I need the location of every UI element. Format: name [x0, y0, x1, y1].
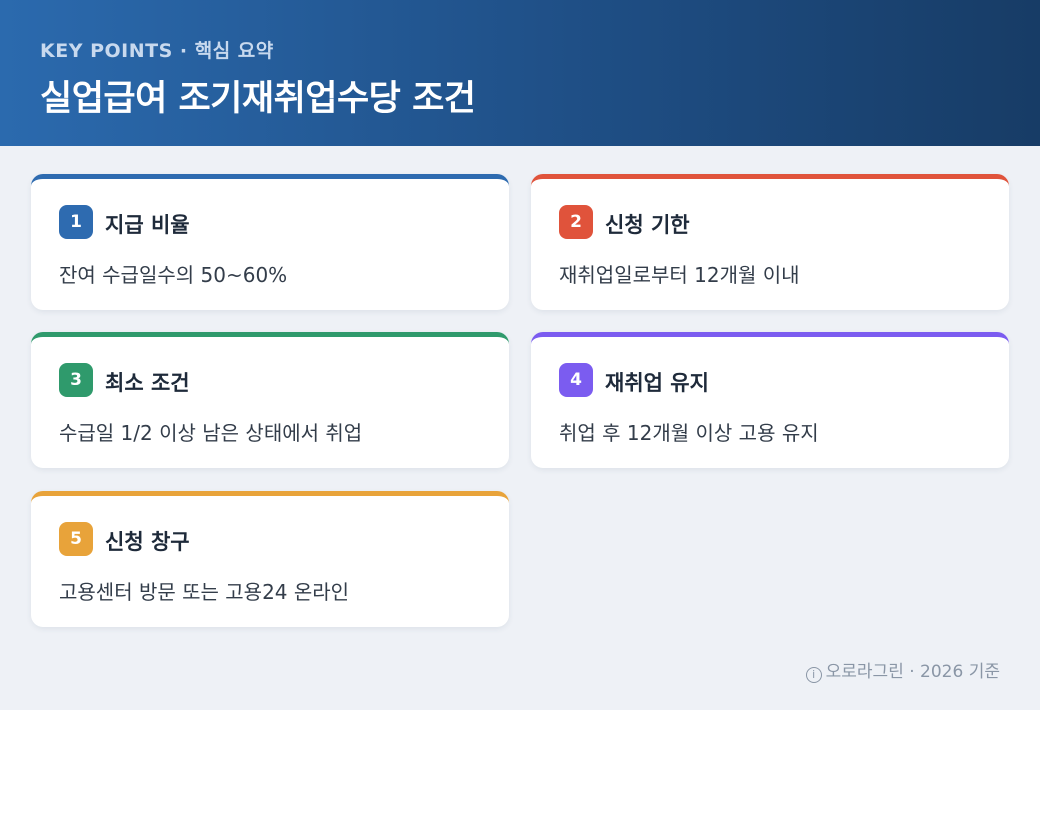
card-number-badge: 5: [59, 522, 93, 556]
card-reemployment-retention: 4 재취업 유지 취업 후 12개월 이상 고용 유지: [531, 332, 1009, 468]
card-number-badge: 4: [559, 363, 593, 397]
footer-source: i 오로라그린 · 2026 기준: [805, 657, 1000, 683]
page-title: 실업급여 조기재취업수당 조건: [40, 79, 476, 119]
card-heading: 최소 조건: [105, 371, 190, 395]
card-description: 수급일 1/2 이상 남은 상태에서 취업: [59, 421, 363, 445]
card-heading: 신청 창구: [105, 530, 190, 554]
card-description: 잔여 수급일수의 50~60%: [59, 263, 288, 287]
header-kicker: KEY POINTS · 핵심 요약: [40, 40, 274, 62]
card-heading: 재취업 유지: [605, 371, 709, 395]
card-heading: 지급 비율: [105, 213, 190, 237]
footer-text: 오로라그린 · 2026 기준: [825, 662, 1000, 682]
card-payment-rate: 1 지급 비율 잔여 수급일수의 50~60%: [31, 174, 509, 310]
card-description: 고용센터 방문 또는 고용24 온라인: [59, 580, 350, 604]
card-description: 취업 후 12개월 이상 고용 유지: [559, 421, 819, 445]
card-number-badge: 2: [559, 205, 593, 239]
card-minimum-condition: 3 최소 조건 수급일 1/2 이상 남은 상태에서 취업: [31, 332, 509, 468]
card-application-channel: 5 신청 창구 고용센터 방문 또는 고용24 온라인: [31, 491, 509, 627]
card-number-badge: 1: [59, 205, 93, 239]
info-icon: i: [805, 667, 822, 683]
card-heading: 신청 기한: [605, 213, 690, 237]
card-description: 재취업일로부터 12개월 이내: [559, 263, 800, 287]
card-application-deadline: 2 신청 기한 재취업일로부터 12개월 이내: [531, 174, 1009, 310]
card-number-badge: 3: [59, 363, 93, 397]
header-banner: KEY POINTS · 핵심 요약 실업급여 조기재취업수당 조건: [0, 0, 1040, 146]
key-points-panel: KEY POINTS · 핵심 요약 실업급여 조기재취업수당 조건 1 지급 …: [0, 0, 1040, 710]
